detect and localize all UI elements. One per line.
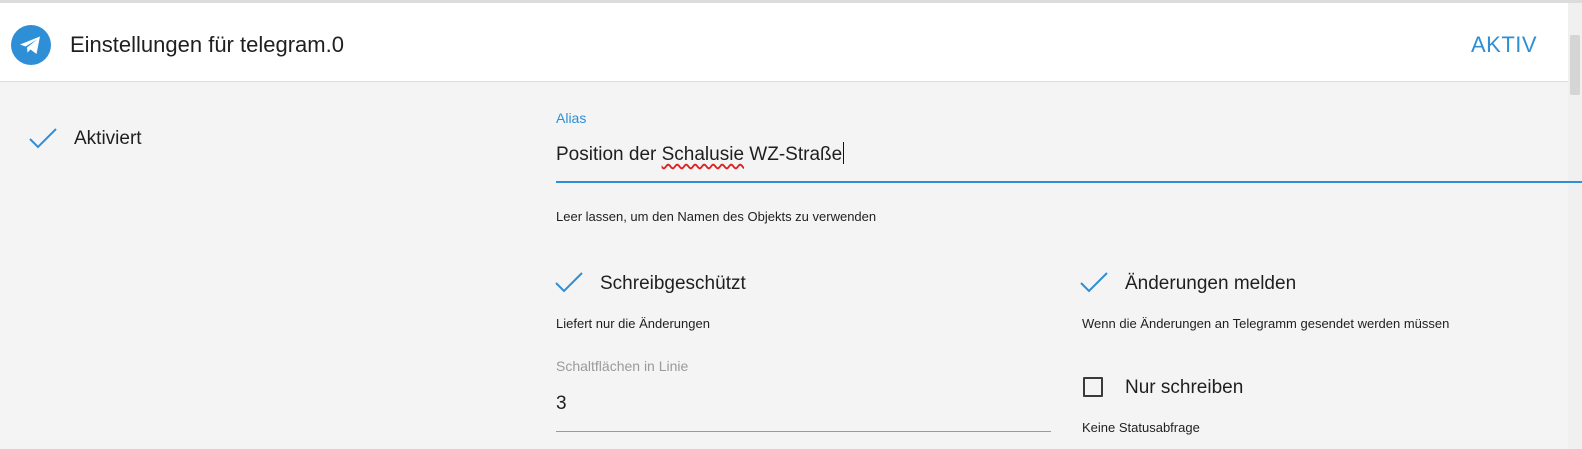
scrollbar-thumb[interactable] (1570, 35, 1580, 95)
alias-value-misspelled: Schalusie (661, 144, 745, 165)
buttons-per-line-label: Schaltflächen in Linie (556, 358, 689, 374)
enabled-checkbox[interactable] (28, 126, 58, 150)
telegram-icon (11, 25, 51, 65)
check-icon (29, 128, 57, 149)
check-icon (1080, 272, 1108, 293)
alias-label: Alias (556, 110, 587, 126)
readonly-checkbox[interactable] (554, 270, 584, 294)
alias-value-suffix: WZ-Straße (744, 144, 843, 165)
alias-value-prefix: Position der (556, 144, 662, 165)
buttons-per-line-input[interactable]: 3 (556, 393, 567, 415)
write-only-label[interactable]: Nur schreiben (1125, 377, 1243, 399)
write-only-checkbox[interactable] (1083, 377, 1103, 397)
check-icon (555, 272, 583, 293)
write-only-helper-text: Keine Statusabfrage (1082, 420, 1200, 435)
readonly-helper-text: Liefert nur die Änderungen (556, 316, 710, 331)
report-changes-checkbox[interactable] (1079, 270, 1109, 294)
dialog-title: Einstellungen für telegram.0 (70, 32, 344, 57)
buttons-per-line-underline (556, 431, 1051, 432)
aktiv-button[interactable]: AKTIV (1471, 32, 1537, 58)
alias-helper-text: Leer lassen, um den Namen des Objekts zu… (556, 209, 877, 224)
settings-dialog: Einstellungen für telegram.0 AKTIV Aktiv… (0, 0, 1582, 449)
scrollbar[interactable] (1568, 3, 1582, 449)
report-changes-helper-text: Wenn die Änderungen an Telegramm gesende… (1082, 316, 1450, 331)
report-changes-label[interactable]: Änderungen melden (1125, 273, 1296, 295)
enabled-label[interactable]: Aktiviert (74, 128, 142, 150)
dialog-header: Einstellungen für telegram.0 AKTIV (0, 3, 1582, 82)
alias-input-underline (556, 181, 1582, 183)
text-caret (843, 142, 845, 164)
alias-input[interactable]: Position der Schalusie WZ-Straße (556, 142, 845, 166)
readonly-label[interactable]: Schreibgeschützt (600, 273, 746, 295)
